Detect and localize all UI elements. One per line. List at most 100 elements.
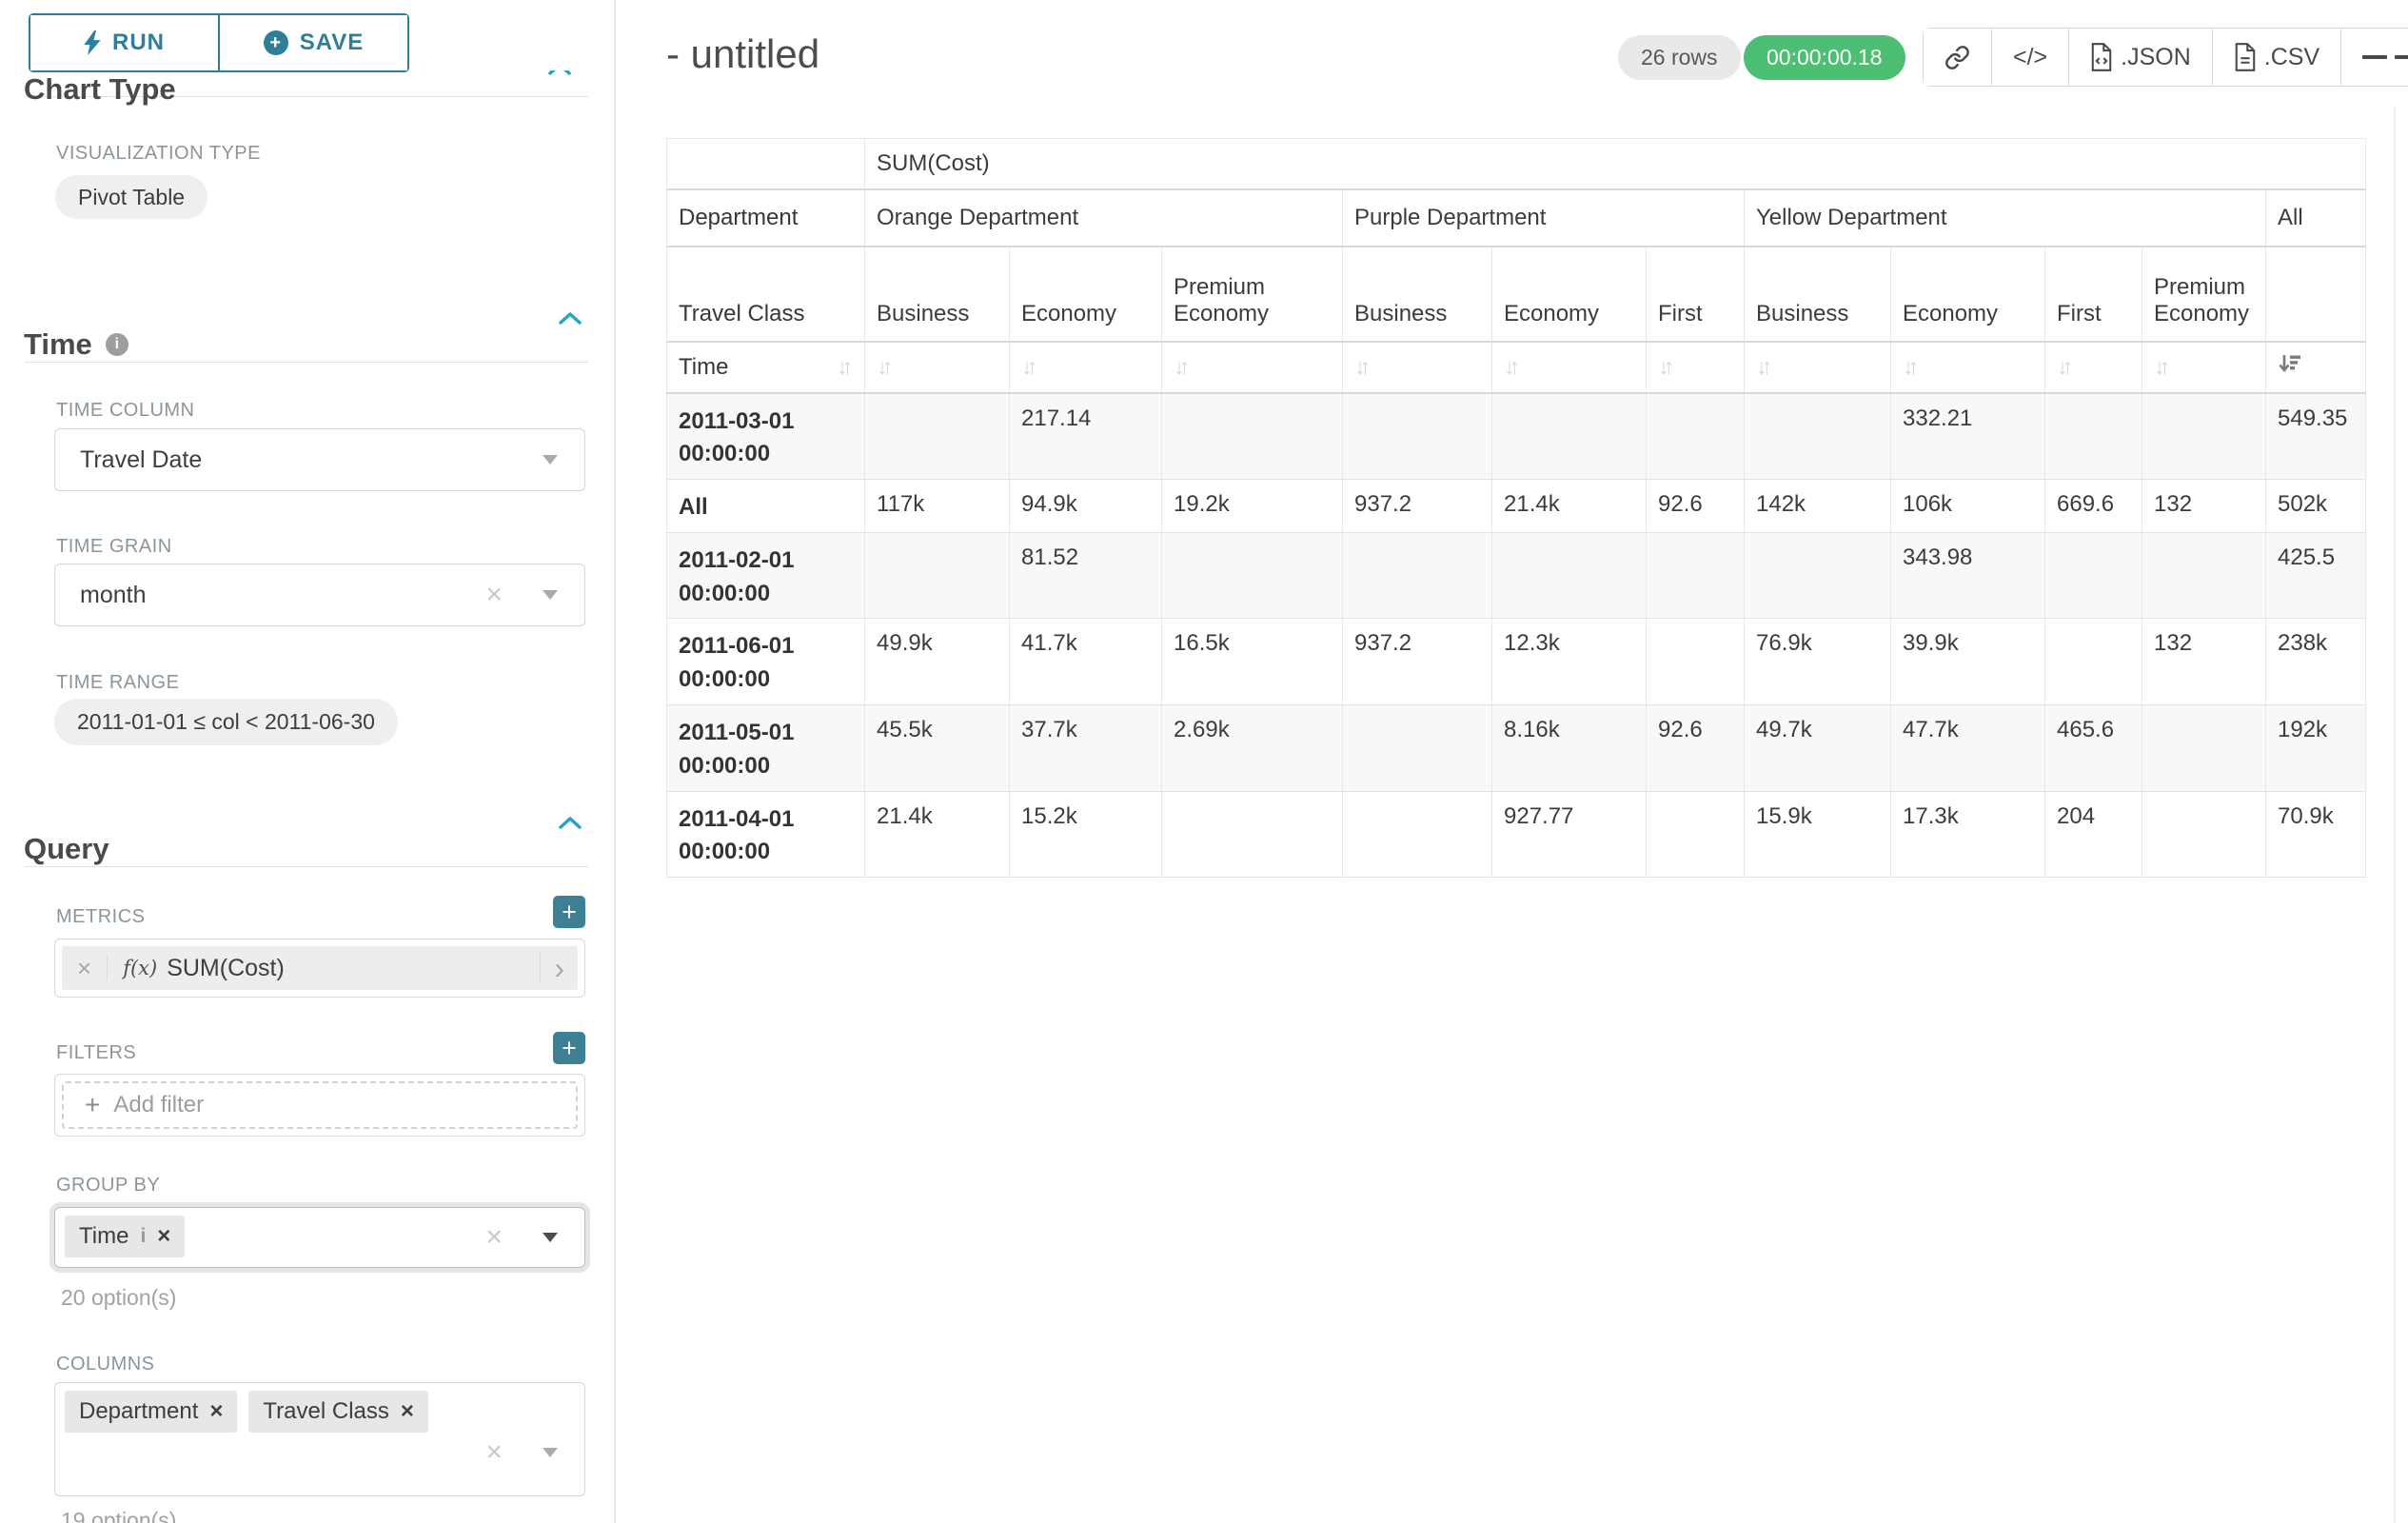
sort-toggle-icon[interactable]: ↓↑	[1354, 354, 1371, 379]
pivot-group-header: Purple Department	[1343, 189, 1745, 247]
sort-toggle-icon[interactable]: ↓↑	[1174, 354, 1190, 379]
pivot-total-cell: 70.9k	[2266, 791, 2366, 878]
pivot-value-cell	[1343, 791, 1492, 878]
pivot-value-cell: 76.9k	[1745, 619, 1891, 705]
divider	[25, 362, 588, 363]
clear-icon[interactable]: ×	[485, 581, 503, 609]
pivot-value-cell	[1343, 705, 1492, 792]
remove-icon[interactable]: ×	[209, 1400, 223, 1423]
remove-metric-icon[interactable]: ×	[62, 956, 108, 980]
time-section-title: Time i	[24, 327, 128, 362]
group-by-select[interactable]: Timei× ×	[54, 1207, 585, 1268]
divider	[25, 866, 588, 867]
sort-toggle-icon[interactable]: ↓↑	[1504, 354, 1520, 379]
pivot-value-cell	[1162, 791, 1343, 878]
clear-icon[interactable]: ×	[485, 1438, 503, 1467]
pivot-value-cell: 37.7k	[1010, 705, 1162, 792]
chevron-up-icon[interactable]	[559, 312, 582, 325]
save-button[interactable]: + SAVE	[218, 15, 407, 70]
pivot-value-cell: 16.5k	[1162, 619, 1343, 705]
pivot-sort-cell: ↓↑	[1891, 342, 2045, 393]
pivot-row-label: All	[667, 480, 865, 533]
filters-label: FILTERS	[56, 1042, 136, 1064]
selected-value-chip[interactable]: Timei×	[65, 1216, 185, 1257]
columns-label: COLUMNS	[56, 1354, 155, 1375]
pivot-value-cell	[1745, 532, 1891, 619]
pivot-value-cell: 132	[2142, 619, 2266, 705]
pivot-total-cell: 425.5	[2266, 532, 2366, 619]
pivot-value-cell: 2.69k	[1162, 705, 1343, 792]
time-range-pill[interactable]: 2011-01-01 ≤ col < 2011-06-30	[54, 699, 398, 745]
pivot-total-cell: 502k	[2266, 480, 2366, 533]
view-query-button[interactable]: </>	[1991, 29, 2068, 86]
sort-toggle-icon[interactable]: ↓↑	[877, 354, 893, 379]
chart-type-section-title: Chart Type	[24, 72, 176, 107]
sort-toggle-icon[interactable]: ↓↑	[1903, 354, 1919, 379]
chevron-down-icon	[543, 1233, 558, 1242]
pivot-class-header: Economy	[1010, 247, 1162, 342]
pivot-sort-cell: ↓↑	[1492, 342, 1647, 393]
pivot-value-cell	[1492, 532, 1647, 619]
viz-type-pill[interactable]: Pivot Table	[55, 175, 207, 219]
add-filter-button[interactable]: + Add filter	[62, 1081, 578, 1129]
remove-icon[interactable]: ×	[157, 1225, 170, 1248]
chip-label: Travel Class	[263, 1398, 388, 1425]
pivot-value-cell	[1647, 619, 1745, 705]
export-json-button[interactable]: .JSON	[2068, 29, 2212, 86]
selected-value-chip[interactable]: Travel Class ×	[248, 1391, 427, 1433]
sort-toggle-icon[interactable]: ↓↑	[2057, 354, 2073, 379]
selected-value-chip[interactable]: Department×	[65, 1391, 237, 1433]
pivot-value-cell	[2142, 393, 2266, 480]
pivot-sort-cell-active	[2266, 342, 2366, 393]
pivot-value-cell	[2045, 532, 2142, 619]
chevron-up-icon[interactable]	[559, 817, 582, 829]
sort-toggle-icon[interactable]: ↓↑	[1021, 354, 1037, 379]
pivot-value-cell: 41.7k	[1010, 619, 1162, 705]
info-icon[interactable]: i	[106, 333, 128, 356]
time-grain-select[interactable]: month ×	[54, 564, 585, 626]
add-filter-plus-button[interactable]: +	[553, 1032, 585, 1064]
filters-control: + Add filter	[54, 1074, 585, 1137]
pivot-value-cell: 332.21	[1891, 393, 2045, 480]
metric-pill[interactable]: × f(x) SUM(Cost) ›	[62, 946, 578, 990]
sort-toggle-icon[interactable]: ↓↑	[837, 354, 853, 380]
pivot-class-header: First	[2045, 247, 2142, 342]
pivot-value-cell: 217.14	[1010, 393, 1162, 480]
pivot-value-cell: 49.9k	[865, 619, 1010, 705]
pivot-group-header: Orange Department	[865, 189, 1343, 247]
pivot-sort-cell: ↓↑	[1010, 342, 1162, 393]
run-button[interactable]: RUN	[30, 15, 218, 70]
metrics-label: METRICS	[56, 906, 146, 928]
chevron-down-icon	[543, 590, 558, 600]
pivot-value-cell	[1647, 532, 1745, 619]
pivot-value-cell	[1162, 393, 1343, 480]
row-count-badge: 26 rows	[1618, 35, 1741, 80]
remove-icon[interactable]: ×	[401, 1400, 414, 1423]
pivot-total-cell: 238k	[2266, 619, 2366, 705]
pivot-value-cell: 8.16k	[1492, 705, 1647, 792]
export-csv-button[interactable]: .CSV	[2212, 29, 2340, 86]
lightning-icon	[84, 30, 101, 55]
clear-icon[interactable]: ×	[485, 1223, 503, 1252]
sort-desc-active-icon[interactable]	[2278, 352, 2301, 376]
pivot-sort-cell: ↓↑	[2142, 342, 2266, 393]
plus-circle-icon: +	[264, 30, 288, 55]
add-metric-button[interactable]: +	[553, 896, 585, 928]
share-link-button[interactable]	[1924, 29, 1991, 86]
pivot-sort-cell: ↓↑	[1647, 342, 1745, 393]
sort-toggle-icon[interactable]: ↓↑	[1658, 354, 1674, 379]
columns-select[interactable]: Department× Travel Class × ×	[54, 1382, 585, 1496]
menu-icon[interactable]	[2340, 29, 2408, 86]
sort-toggle-icon[interactable]: ↓↑	[1756, 354, 1772, 379]
query-section-title: Query	[24, 832, 109, 866]
control-panel: Chart Type RUN + SAVE VISUALIZATION TYPE…	[0, 0, 616, 1523]
chevron-right-icon[interactable]: ›	[540, 953, 578, 983]
run-save-button-group: RUN + SAVE	[29, 13, 409, 72]
pivot-row-label: 2011-06-01 00:00:00	[667, 619, 865, 705]
pivot-row-dimension-label: Time↓↑	[667, 342, 865, 393]
plus-icon: +	[85, 1092, 100, 1118]
metric-value: SUM(Cost)	[167, 955, 285, 982]
time-column-select[interactable]: Travel Date	[54, 428, 585, 491]
sort-toggle-icon[interactable]: ↓↑	[2154, 354, 2170, 379]
function-icon: f(x)	[123, 957, 157, 979]
